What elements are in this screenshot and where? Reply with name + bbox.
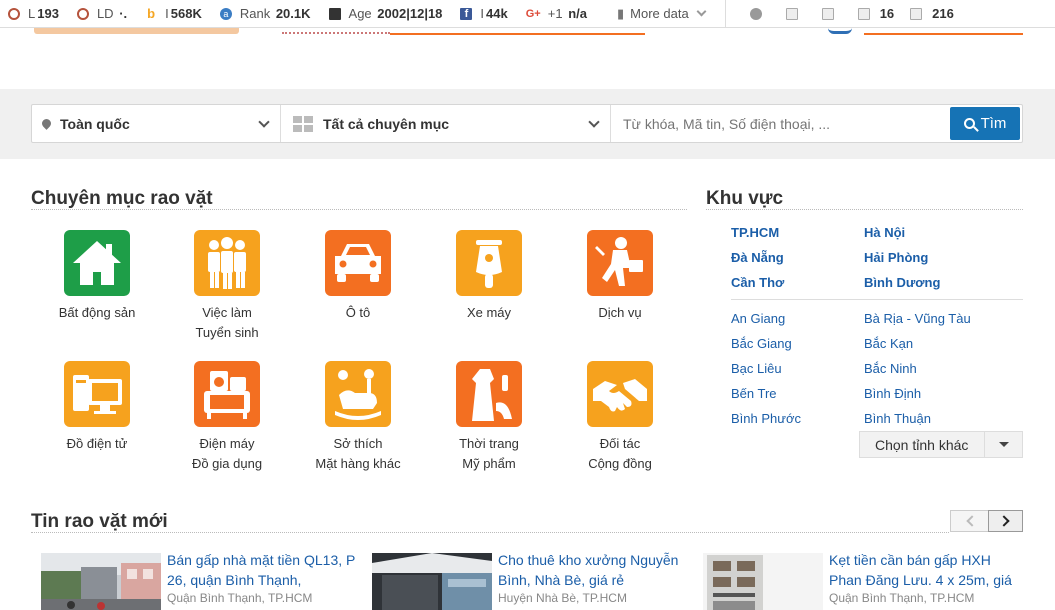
search-button[interactable]: Tìm (950, 107, 1020, 140)
external-link-icon (857, 7, 870, 20)
category-real-estate[interactable]: Bất động sản (37, 230, 157, 323)
region-link[interactable]: Bình Định (864, 386, 921, 401)
search-icon (963, 118, 975, 129)
divider (731, 299, 1023, 300)
seo-item-rank[interactable]: a Rank 20.1K (212, 0, 321, 28)
next-button[interactable] (988, 510, 1023, 532)
bing-icon: b (147, 5, 156, 21)
news-title: Tin rao vặt mới (31, 511, 168, 532)
region-link[interactable]: Bình Thuận (864, 411, 931, 426)
location-select[interactable]: Toàn quốc (32, 105, 281, 142)
car-icon (325, 230, 391, 296)
category-hobbies[interactable]: Sở thích Mặt hàng khác (298, 361, 418, 474)
chevron-right-icon (997, 515, 1010, 527)
seo-item-gplus[interactable]: G+ +1 n/a (518, 0, 597, 28)
divider (31, 532, 949, 533)
category-appliances[interactable]: Điện máy Đồ gia dụng (167, 361, 287, 474)
category-partners[interactable]: Đối tác Cộng đồng (560, 361, 680, 474)
account-icon[interactable] (828, 28, 852, 34)
category-cars[interactable]: Ô tô (298, 230, 418, 323)
search-input[interactable] (611, 105, 950, 142)
region-major[interactable]: Cần Thơ (731, 275, 784, 290)
category-motorbikes[interactable]: Xe máy (429, 230, 549, 323)
region-link[interactable]: An Giang (731, 311, 785, 326)
external-links-button[interactable]: 16 (850, 0, 902, 28)
region-link[interactable]: Bạc Liêu (731, 361, 782, 376)
region-major[interactable]: Bình Dương (864, 275, 940, 290)
news-item[interactable]: Bán gấp nhà mặt tiền QL13, P 26, quận Bì… (41, 550, 361, 610)
search-bar: Toàn quốc Tất cả chuyên mục Tìm (31, 104, 1023, 143)
computer-icon (64, 361, 130, 427)
monitor-icon (785, 7, 798, 20)
chevron-down-icon (588, 116, 600, 128)
handshake-icon (587, 361, 653, 427)
internal-links-button[interactable]: 216 (902, 0, 962, 28)
service-man-icon (587, 230, 653, 296)
region-link[interactable]: Bình Phước (731, 411, 801, 426)
caret-down-icon (998, 442, 1009, 447)
region-major[interactable]: Hà Nội (864, 225, 905, 240)
chart-icon (821, 7, 834, 20)
category-jobs[interactable]: Việc làm Tuyển sinh (167, 230, 287, 343)
news-thumbnail[interactable] (41, 553, 161, 610)
density-button[interactable] (814, 0, 850, 28)
seo-item-facebook[interactable]: f I 44k (452, 0, 517, 28)
chevron-down-icon (258, 116, 270, 128)
category-electronics[interactable]: Đồ điện tử (37, 361, 157, 454)
header-remnant (0, 28, 1055, 38)
region-link[interactable]: Bắc Giang (731, 336, 792, 351)
region-major[interactable]: TP.HCM (731, 225, 779, 240)
page-analysis-button[interactable] (778, 0, 814, 28)
other-province-select[interactable]: Chọn tỉnh khác (859, 431, 1023, 458)
region-link[interactable]: Bà Rịa - Vũng Tàu (864, 311, 971, 326)
edit-icon (910, 7, 923, 20)
news-thumbnail[interactable] (703, 553, 823, 610)
more-data-dropdown[interactable]: ▮ More data (609, 0, 715, 28)
category-fashion[interactable]: Thời trang Mỹ phẩm (429, 361, 549, 474)
seo-item-bing[interactable]: b I 568K (137, 0, 212, 28)
region-link[interactable]: Bắc Kạn (864, 336, 913, 351)
google-plus-icon: G+ (525, 7, 541, 20)
region-major[interactable]: Hải Phòng (864, 250, 928, 265)
fashion-icon (456, 361, 522, 427)
news-item[interactable]: Kẹt tiền cần bán gấp HXH Phan Đăng Lưu. … (703, 550, 1023, 610)
ring-icon (8, 7, 20, 20)
region-link[interactable]: Bắc Ninh (864, 361, 917, 376)
seo-toolbar: L 193 LD ·. b I 568K a Rank 20.1K Age 2002|1… (0, 0, 1055, 28)
calendar-icon (328, 7, 341, 20)
chevron-left-icon (965, 515, 978, 527)
seo-item-links[interactable]: L 193 (0, 0, 69, 28)
rank-icon: a (219, 7, 232, 20)
slogan-remnant (282, 32, 390, 34)
logo-remnant (34, 28, 239, 34)
chevron-down-icon (696, 6, 707, 17)
category-services[interactable]: Dịch vụ (560, 230, 680, 323)
region-link[interactable]: Bến Tre (731, 386, 777, 401)
post-button-remnant[interactable] (864, 33, 1023, 35)
people-icon (194, 230, 260, 296)
house-icon (64, 230, 130, 296)
location-pin-icon (40, 117, 53, 130)
facebook-icon: f (460, 7, 473, 20)
ring-icon (76, 7, 89, 20)
info-icon (749, 7, 762, 20)
region-major[interactable]: Đà Nẵng (731, 250, 784, 265)
hobby-icon (325, 361, 391, 427)
category-select[interactable]: Tất cả chuyên mục (281, 105, 611, 142)
info-button[interactable] (734, 0, 778, 28)
news-item[interactable]: Cho thuê kho xưởng Nguyễn Bình, Nhà Bè, … (372, 550, 692, 610)
seo-item-ld[interactable]: LD ·. (69, 0, 137, 28)
seo-item-age[interactable]: Age 2002|12|18 (321, 0, 453, 28)
regions-title: Khu vực (706, 188, 784, 209)
grid-icon (293, 115, 313, 132)
appliances-icon (194, 361, 260, 427)
divider (706, 209, 1023, 210)
categories-title: Chuyên mục rao vặt (31, 188, 213, 209)
news-thumbnail[interactable] (372, 553, 492, 610)
scooter-icon (456, 230, 522, 296)
divider (31, 209, 687, 210)
prev-button[interactable] (950, 510, 989, 532)
header-underline (390, 33, 645, 35)
